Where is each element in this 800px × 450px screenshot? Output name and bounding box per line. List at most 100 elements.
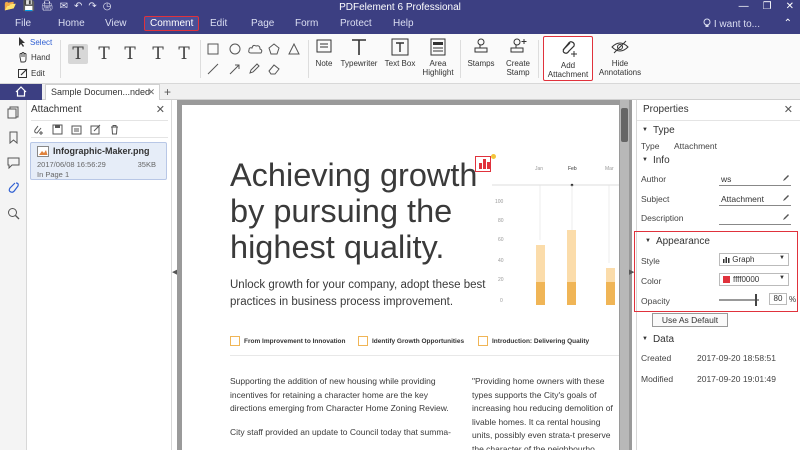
hide-annotations-button[interactable]: Hide Annotations [597,37,643,77]
select-mode-label: Select [30,37,53,47]
panel-divider [637,120,800,121]
insert-text-tool[interactable]: T [174,44,194,64]
info-section-header[interactable]: ▼ Info [642,155,670,166]
y-tick-80: 80 [498,218,504,224]
pages-icon[interactable] [7,106,20,119]
author-field[interactable]: ws [719,174,791,186]
feature-icon [358,336,368,346]
hand-mode-button[interactable]: Hand [18,52,50,63]
document-viewer[interactable]: Achieving growth by pursuing the highest… [177,100,632,450]
paperclip-icon [562,41,577,57]
menu-edit[interactable]: Edit [210,18,227,29]
add-attachment-icon[interactable] [33,124,44,135]
pencil-icon [783,175,789,181]
appearance-section-header[interactable]: ▼ Appearance [645,236,710,247]
author-value: ws [721,174,732,184]
style-dropdown[interactable]: Graph ▼ [719,253,789,266]
edit-attachment-icon[interactable] [90,124,101,135]
replace-text-tool[interactable]: T [148,44,168,64]
menu-page[interactable]: Page [251,18,274,29]
arrow-tool-icon[interactable] [229,63,241,75]
edit-mode-button[interactable]: Edit [18,68,45,78]
select-mode-button[interactable]: Select [18,37,52,47]
subject-field[interactable]: Attachment [719,194,791,206]
attachment-icon[interactable] [7,181,20,194]
cloud-tool-icon[interactable] [248,43,263,55]
eye-hidden-icon [611,40,629,54]
i-want-to-label: I want to... [713,19,760,30]
scrollbar-thumb[interactable] [621,108,628,142]
menu-form[interactable]: Form [295,18,318,29]
maximize-button[interactable]: ❐ [763,1,772,12]
i-want-to-search[interactable]: I want to... [703,18,760,30]
pencil-icon [783,214,789,220]
attachment-file-page: In Page 1 [37,170,70,179]
area-highlight-button[interactable]: Area Highlight [420,37,456,77]
edit-box-icon [18,68,28,78]
stamps-button[interactable]: Stamps [465,37,497,68]
attachment-annotation-icon[interactable] [475,154,496,172]
attachment-list-item[interactable]: Infographic-Maker.png 2017/06/08 16:56:2… [30,142,167,180]
data-section-header[interactable]: ▼ Data [642,334,674,345]
menu-help[interactable]: Help [393,18,414,29]
opacity-slider[interactable] [719,294,759,306]
close-window-button[interactable]: ✕ [786,1,794,12]
save-attachment-icon[interactable] [52,124,63,135]
close-properties-panel-button[interactable]: ✕ [784,103,793,116]
y-tick-60: 60 [498,237,504,243]
typewriter-icon [352,39,366,55]
eraser-tool-icon[interactable] [268,63,280,75]
left-navigation-strip [0,100,27,450]
close-tab-icon[interactable]: ✕ [147,87,155,98]
opacity-slider-handle[interactable] [755,294,757,306]
close-attachment-panel-button[interactable]: ✕ [156,103,165,116]
add-attachment-label-2: Attachment [547,70,589,79]
document-vertical-scrollbar[interactable] [620,100,629,450]
hide-annotations-label-1: Hide [611,59,629,68]
delete-attachment-icon[interactable] [109,124,120,135]
typewriter-button[interactable]: Typewriter [340,37,378,68]
search-icon[interactable] [7,207,20,220]
ribbon-collapse-button[interactable]: ⌃ [784,18,792,29]
text-box-button[interactable]: Text Box [383,37,417,68]
polyline-tool-icon[interactable] [288,43,300,55]
line-tool-icon[interactable] [207,63,219,75]
created-value: 2017-09-20 18:58:51 [697,353,776,363]
rectangle-tool-icon[interactable] [207,43,219,55]
attachment-panel-title: Attachment [31,104,82,115]
description-field[interactable] [719,213,791,225]
collapse-triangle-icon: ▼ [642,336,648,343]
add-attachment-label-1: Add [560,61,576,70]
add-attachment-button[interactable]: Add Attachment [543,36,593,81]
note-button[interactable]: Note [311,37,337,68]
create-stamp-button[interactable]: Create Stamp [502,37,534,77]
menu-protect[interactable]: Protect [340,18,372,29]
menu-comment[interactable]: Comment [144,16,200,31]
underline-text-tool[interactable]: T [94,44,114,64]
color-dropdown[interactable]: ffff0000 ▼ [719,273,789,286]
use-as-default-button[interactable]: Use As Default [652,313,728,327]
chart-bar-dark [606,282,615,305]
menu-view[interactable]: View [105,18,127,29]
color-label: Color [641,276,662,286]
menu-home[interactable]: Home [58,18,85,29]
add-tab-button[interactable]: + [164,85,171,99]
minimize-button[interactable]: — [739,1,749,12]
menu-file[interactable]: File [15,18,31,29]
polygon-tool-icon[interactable] [268,43,280,55]
open-attachment-icon[interactable] [71,124,82,135]
home-tab[interactable] [0,84,42,100]
oval-tool-icon[interactable] [229,43,241,55]
ribbon-separator [60,40,61,78]
page-subheadline: Unlock growth for your company, adopt th… [230,279,486,308]
typewriter-label: Typewriter [340,59,378,68]
bookmark-icon[interactable] [7,131,20,144]
document-tab[interactable]: Sample Documen...nded ✕ [45,84,160,100]
pencil-tool-icon[interactable] [248,63,260,75]
highlight-text-tool[interactable]: T [68,44,88,64]
comment-list-icon[interactable] [7,156,20,169]
data-section-label: Data [652,334,675,345]
strikethrough-text-tool[interactable]: T [120,44,140,64]
opacity-input[interactable]: 80 [769,293,787,305]
type-section-header[interactable]: ▼ Type [642,125,675,136]
